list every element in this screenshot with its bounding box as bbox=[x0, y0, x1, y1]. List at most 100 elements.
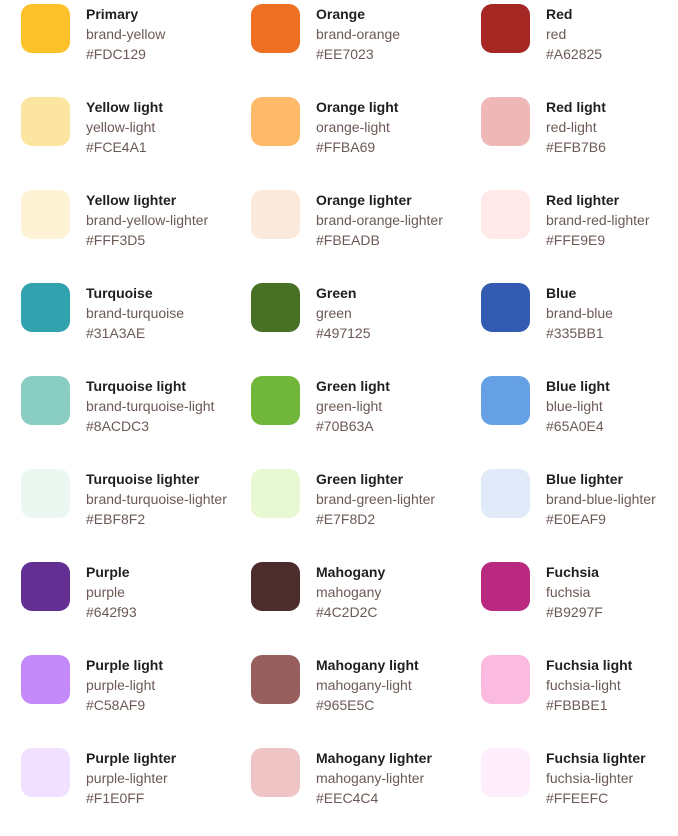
swatch-text: Primary brand-yellow #FDC129 bbox=[86, 4, 246, 64]
swatch-token: brand-orange bbox=[316, 26, 401, 42]
swatch-name: Turquoise lighter bbox=[86, 471, 200, 487]
swatch-hex: #FBEADB bbox=[316, 232, 380, 248]
swatch-text: Purple light purple-light #C58AF9 bbox=[86, 655, 246, 715]
swatch-text: Mahogany light mahogany-light #965E5C bbox=[316, 655, 476, 715]
swatch-color-chip bbox=[251, 655, 300, 704]
color-swatch: Primary brand-yellow #FDC129 bbox=[21, 4, 241, 92]
swatch-token: brand-blue-lighter bbox=[546, 491, 656, 507]
swatch-token: purple-lighter bbox=[86, 770, 168, 786]
color-swatch: Red red #A62825 bbox=[481, 4, 678, 92]
swatch-hex: #E7F8D2 bbox=[316, 511, 376, 527]
color-swatch: Turquoise brand-turquoise #31A3AE bbox=[21, 283, 241, 371]
swatch-hex: #EFB7B6 bbox=[546, 139, 606, 155]
swatch-hex: #FBBBE1 bbox=[546, 697, 608, 713]
swatch-color-chip bbox=[481, 97, 530, 146]
swatch-name: Purple bbox=[86, 564, 130, 580]
swatch-name: Orange lighter bbox=[316, 192, 412, 208]
swatch-color-chip bbox=[251, 283, 300, 332]
swatch-token: brand-yellow-lighter bbox=[86, 212, 209, 228]
swatch-text: Orange brand-orange #EE7023 bbox=[316, 4, 476, 64]
swatch-name: Red bbox=[546, 6, 573, 22]
color-swatch: Fuchsia light fuchsia-light #FBBBE1 bbox=[481, 655, 678, 743]
swatch-token: mahogany-light bbox=[316, 677, 412, 693]
color-swatch: Fuchsia fuchsia #B9297F bbox=[481, 562, 678, 650]
swatch-hex: #4C2D2C bbox=[316, 604, 378, 620]
color-swatch: Fuchsia lighter fuchsia-lighter #FFEEFC bbox=[481, 748, 678, 836]
swatch-hex: #FDC129 bbox=[86, 46, 146, 62]
swatch-text: Orange lighter brand-orange-lighter #FBEAD… bbox=[316, 190, 476, 250]
swatch-token: purple bbox=[86, 584, 125, 600]
swatch-color-chip bbox=[251, 376, 300, 425]
color-swatch: Yellow light yellow-light #FCE4A1 bbox=[21, 97, 241, 185]
swatch-text: Mahogany lighter mahogany-lighter #EEC4C4 bbox=[316, 748, 476, 808]
color-swatch: Orange lighter brand-orange-lighter #FBEAD… bbox=[251, 190, 471, 278]
swatch-hex: #EBF8F2 bbox=[86, 511, 146, 527]
swatch-color-chip bbox=[21, 4, 70, 53]
swatch-text: Blue brand-blue #335BB1 bbox=[546, 283, 678, 343]
swatch-text: Fuchsia lighter fuchsia-lighter #FFEEFC bbox=[546, 748, 678, 808]
swatch-hex: #FFEEFC bbox=[546, 790, 609, 806]
swatch-color-chip bbox=[21, 376, 70, 425]
swatch-text: Red red #A62825 bbox=[546, 4, 678, 64]
swatch-text: Red light red-light #EFB7B6 bbox=[546, 97, 678, 157]
swatch-color-chip bbox=[251, 562, 300, 611]
swatch-name: Mahogany bbox=[316, 564, 386, 580]
swatch-hex: #E0EAF9 bbox=[546, 511, 606, 527]
color-swatch: Mahogany lighter mahogany-lighter #EEC4C4 bbox=[251, 748, 471, 836]
swatch-name: Fuchsia bbox=[546, 564, 599, 580]
swatch-text: Red lighter brand-red-lighter #FFE9E9 bbox=[546, 190, 678, 250]
swatch-name: Green bbox=[316, 285, 357, 301]
color-swatch: Green lighter brand-green-lighter #E7F8D2 bbox=[251, 469, 471, 557]
swatch-name: Fuchsia light bbox=[546, 657, 633, 673]
swatch-name: Blue lighter bbox=[546, 471, 624, 487]
swatch-token: brand-turquoise-lighter bbox=[86, 491, 227, 507]
swatch-token: green bbox=[316, 305, 352, 321]
swatch-hex: #FFE9E9 bbox=[546, 232, 606, 248]
swatch-color-chip bbox=[251, 469, 300, 518]
swatch-color-chip bbox=[481, 748, 530, 797]
swatch-text: Yellow light yellow-light #FCE4A1 bbox=[86, 97, 246, 157]
swatch-name: Mahogany light bbox=[316, 657, 419, 673]
swatch-color-chip bbox=[21, 748, 70, 797]
swatch-color-chip bbox=[251, 748, 300, 797]
swatch-name: Purple lighter bbox=[86, 750, 177, 766]
swatch-color-chip bbox=[21, 562, 70, 611]
swatch-token: orange-light bbox=[316, 119, 390, 135]
swatch-name: Turquoise light bbox=[86, 378, 187, 394]
swatch-token: brand-turquoise bbox=[86, 305, 185, 321]
color-swatch: Blue lighter brand-blue-lighter #E0EAF9 bbox=[481, 469, 678, 557]
swatch-token: fuchsia bbox=[546, 584, 591, 600]
swatch-hex: #497125 bbox=[316, 325, 371, 341]
swatch-token: fuchsia-lighter bbox=[546, 770, 634, 786]
color-swatch: Yellow lighter brand-yellow-lighter #FFF3D… bbox=[21, 190, 241, 278]
swatch-token: red-light bbox=[546, 119, 597, 135]
swatch-token: fuchsia-light bbox=[546, 677, 621, 693]
color-swatch: Blue light blue-light #65A0E4 bbox=[481, 376, 678, 464]
swatch-text: Purple lighter purple-lighter #F1E0FF bbox=[86, 748, 246, 808]
swatch-hex: #335BB1 bbox=[546, 325, 604, 341]
color-swatch: Green green #497125 bbox=[251, 283, 471, 371]
swatch-color-chip bbox=[21, 655, 70, 704]
swatch-hex: #A62825 bbox=[546, 46, 603, 62]
swatch-token: brand-green-lighter bbox=[316, 491, 436, 507]
swatch-hex: #31A3AE bbox=[86, 325, 146, 341]
swatch-text: Blue light blue-light #65A0E4 bbox=[546, 376, 678, 436]
swatch-color-chip bbox=[481, 562, 530, 611]
swatch-name: Orange light bbox=[316, 99, 399, 115]
color-swatch: Green light green-light #70B63A bbox=[251, 376, 471, 464]
swatch-name: Fuchsia lighter bbox=[546, 750, 646, 766]
swatch-name: Blue light bbox=[546, 378, 610, 394]
swatch-hex: #FFBA69 bbox=[316, 139, 376, 155]
swatch-token: purple-light bbox=[86, 677, 156, 693]
swatch-token: brand-blue bbox=[546, 305, 613, 321]
swatch-text: Turquoise brand-turquoise #31A3AE bbox=[86, 283, 246, 343]
color-swatch: Purple purple #642f93 bbox=[21, 562, 241, 650]
color-swatch: Red lighter brand-red-lighter #FFE9E9 bbox=[481, 190, 678, 278]
color-swatch: Red light red-light #EFB7B6 bbox=[481, 97, 678, 185]
swatch-color-chip bbox=[481, 190, 530, 239]
color-palette: Primary brand-yellow #FDC129 Orange brand-or… bbox=[0, 0, 678, 832]
swatch-hex: #B9297F bbox=[546, 604, 603, 620]
swatch-hex: #65A0E4 bbox=[546, 418, 604, 434]
swatch-hex: #8ACDC3 bbox=[86, 418, 150, 434]
swatch-color-chip bbox=[21, 97, 70, 146]
